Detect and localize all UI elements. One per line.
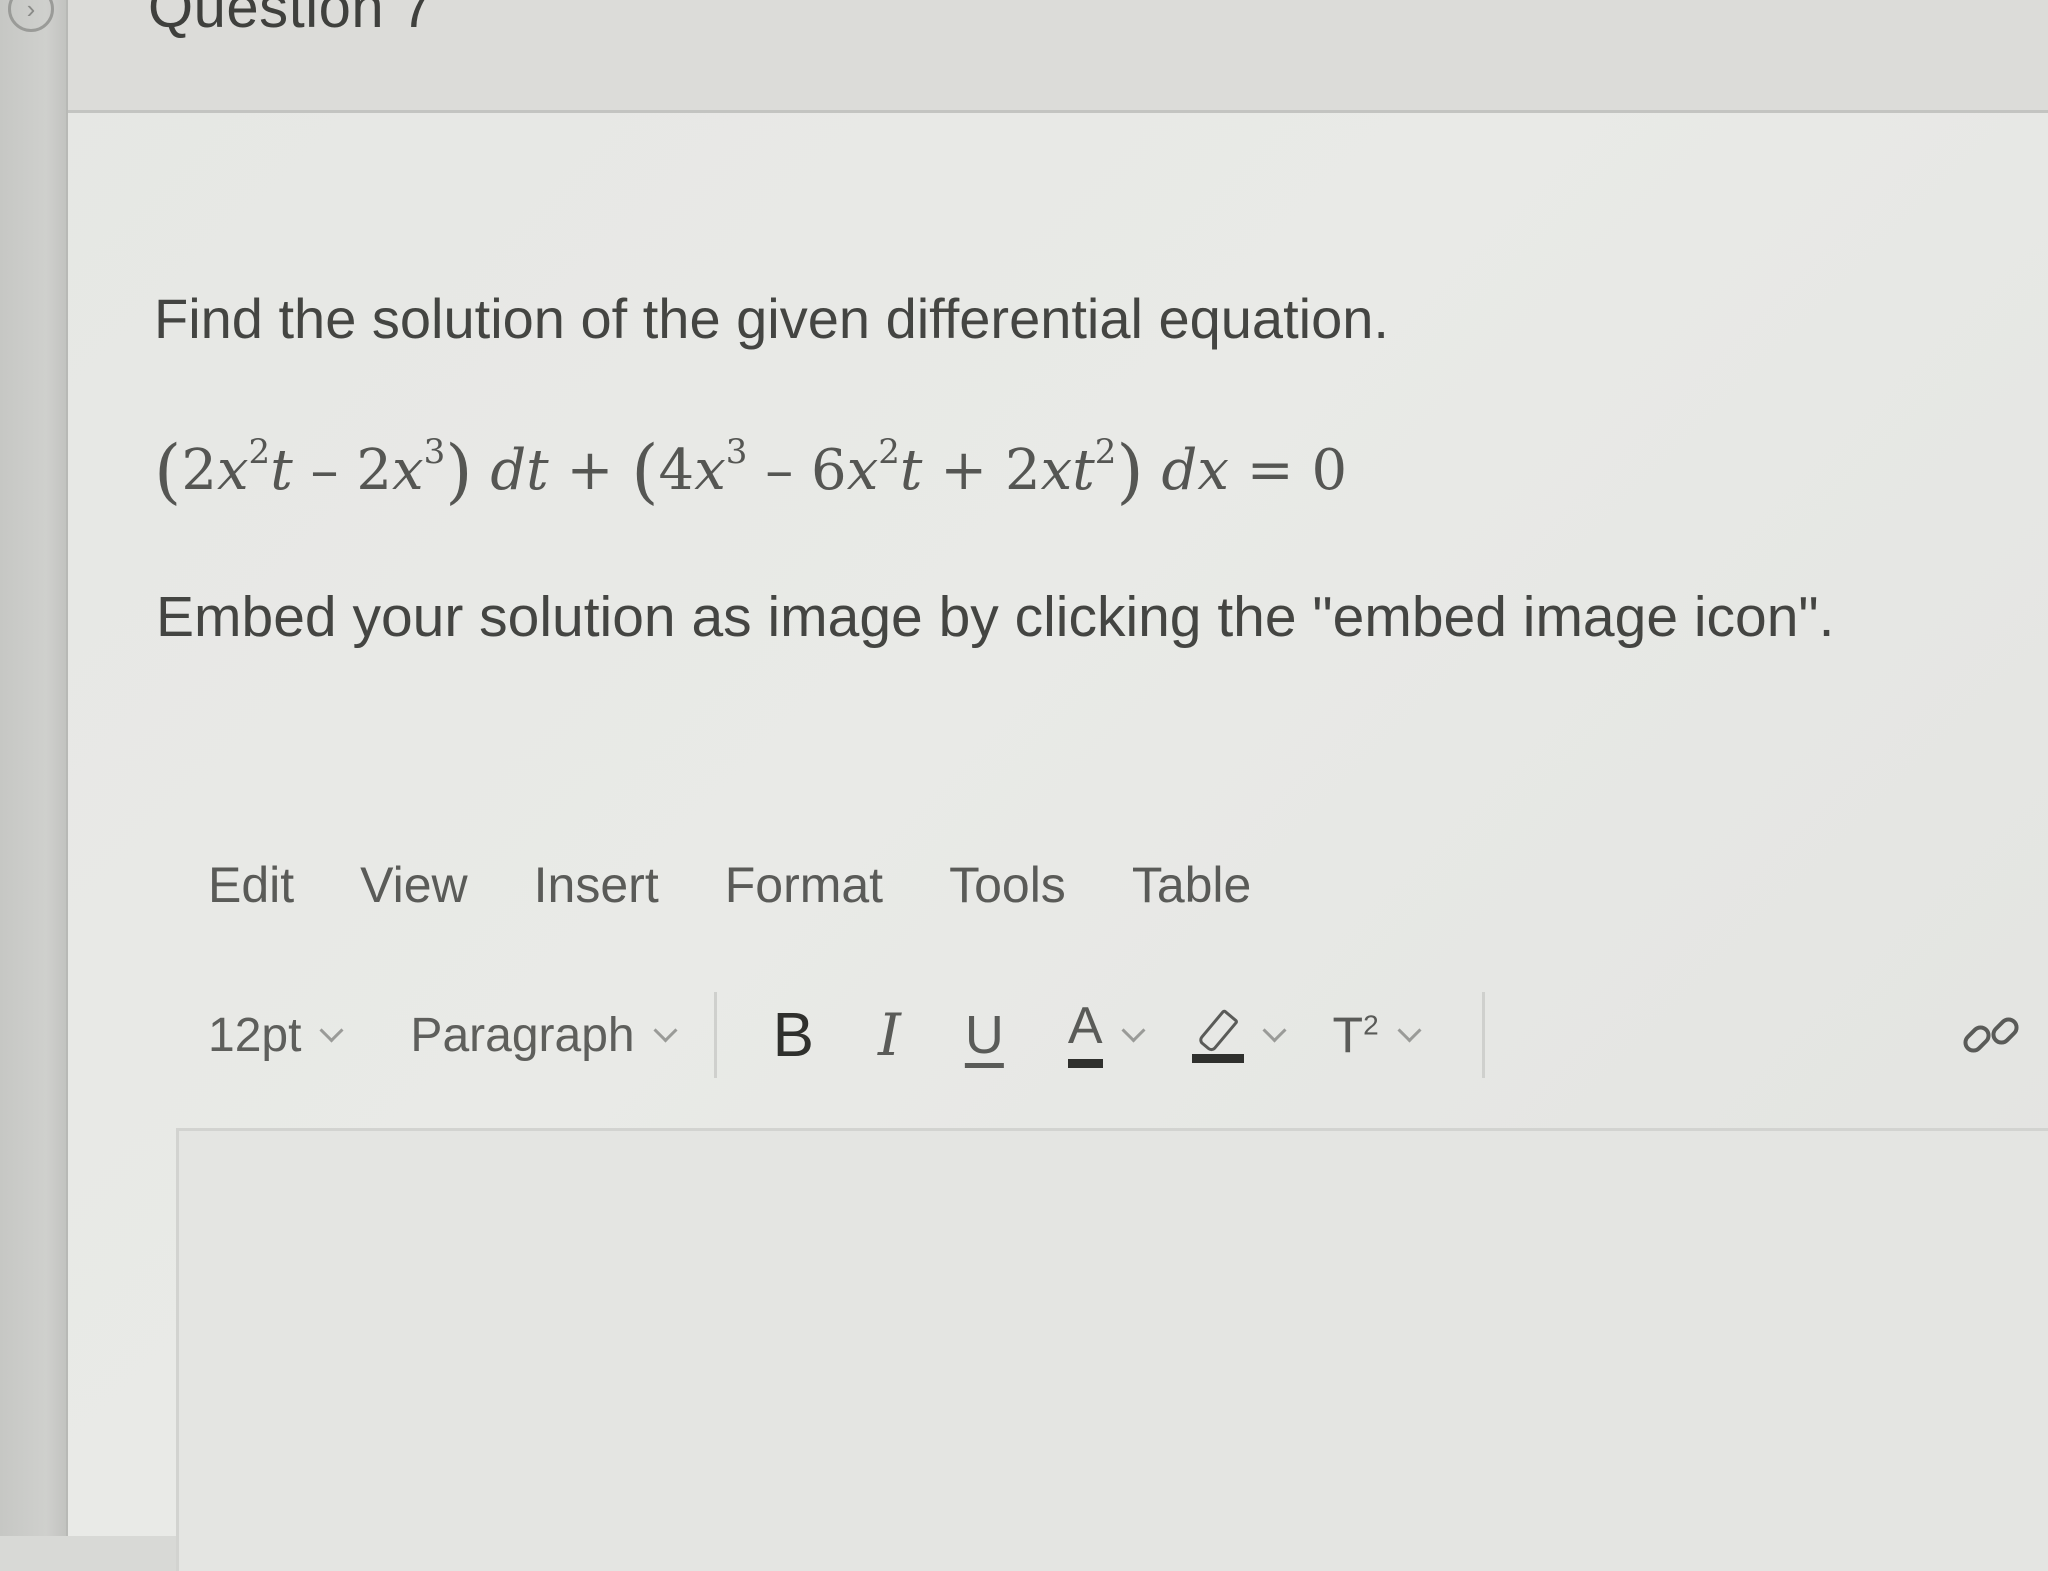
- underline-button[interactable]: U: [965, 1004, 1004, 1066]
- block-format-select[interactable]: Paragraph: [410, 1008, 678, 1063]
- question-card: Question 7 Find the solution of the give…: [68, 0, 2048, 1571]
- rich-text-editor-area[interactable]: [176, 1128, 2048, 1571]
- chevron-down-icon: [1397, 1017, 1422, 1043]
- toolbar-divider: [713, 992, 717, 1078]
- menu-tools[interactable]: Tools: [949, 856, 1066, 914]
- superscript-button[interactable]: T2: [1332, 1006, 1422, 1064]
- font-size-select[interactable]: 12pt: [208, 1008, 344, 1063]
- link-icon[interactable]: [1958, 1001, 2028, 1071]
- toolbar-divider: [1481, 992, 1485, 1078]
- menu-insert[interactable]: Insert: [534, 856, 659, 914]
- left-rail: ›: [0, 0, 68, 1536]
- editor-menubar: Edit View Insert Format Tools Table: [208, 850, 1317, 920]
- highlight-color-button[interactable]: [1191, 1007, 1287, 1063]
- chevron-down-icon: [1262, 1017, 1287, 1043]
- question-header: Question 7: [68, 0, 2048, 113]
- chevron-down-icon: [653, 1017, 678, 1043]
- chevron-right-icon[interactable]: ›: [8, 0, 54, 32]
- italic-button[interactable]: I: [878, 1001, 901, 1069]
- question-prompt: Find the solution of the given different…: [154, 287, 1389, 350]
- bold-button[interactable]: B: [773, 1000, 814, 1071]
- question-title: Question 7: [148, 0, 434, 40]
- editor-toolbar: 12pt Paragraph B I U A T2: [208, 992, 2048, 1078]
- chevron-down-icon: [319, 1017, 344, 1043]
- text-color-icon: A: [1067, 1000, 1103, 1068]
- menu-format[interactable]: Format: [725, 856, 883, 914]
- text-color-button[interactable]: A: [1067, 1000, 1146, 1068]
- menu-table[interactable]: Table: [1132, 856, 1252, 914]
- menu-edit[interactable]: Edit: [208, 856, 294, 914]
- question-instruction: Embed your solution as image by clicking…: [156, 585, 1835, 649]
- highlighter-icon: [1191, 1007, 1244, 1063]
- chevron-down-icon: [1121, 1017, 1146, 1043]
- superscript-icon: T2: [1332, 1007, 1379, 1063]
- menu-view[interactable]: View: [360, 856, 467, 914]
- differential-equation: (2x2t – 2x3) dt + (4x3 – 6x2t + 2xt2) dx…: [154, 430, 1348, 512]
